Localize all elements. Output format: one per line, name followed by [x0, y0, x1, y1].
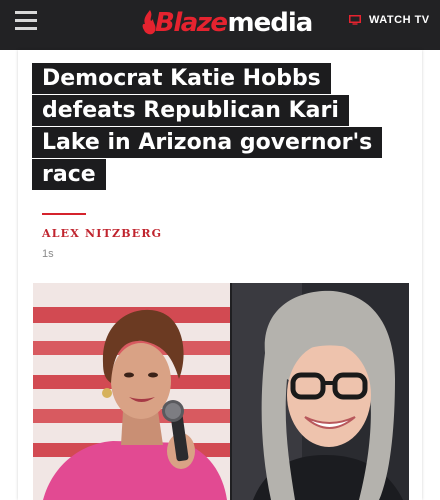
author-name-link[interactable]: ALEX NITZBERG	[42, 227, 162, 240]
watch-tv-button[interactable]: WATCH TV	[349, 14, 430, 26]
article-hero-image	[33, 283, 409, 500]
hamburger-menu-icon[interactable]	[15, 11, 39, 33]
logo-text-blaze: Blaze	[155, 8, 228, 38]
accent-divider	[42, 213, 86, 215]
hero-photo-illustration	[33, 283, 409, 500]
publish-timestamp: 1s	[42, 248, 54, 260]
headline-text: Democrat Katie Hobbs defeats Republican …	[32, 63, 383, 190]
top-navigation-bar: Blaze media WATCH TV	[0, 0, 440, 50]
logo-text-media: media	[227, 8, 314, 38]
watch-tv-label: WATCH TV	[369, 14, 430, 26]
blaze-media-logo[interactable]: Blaze media	[141, 6, 314, 40]
headline-text-block: Democrat Katie Hobbs defeats Republican …	[32, 63, 383, 191]
article-headline: Democrat Katie Hobbs defeats Republican …	[32, 63, 383, 191]
tv-icon	[349, 15, 361, 25]
